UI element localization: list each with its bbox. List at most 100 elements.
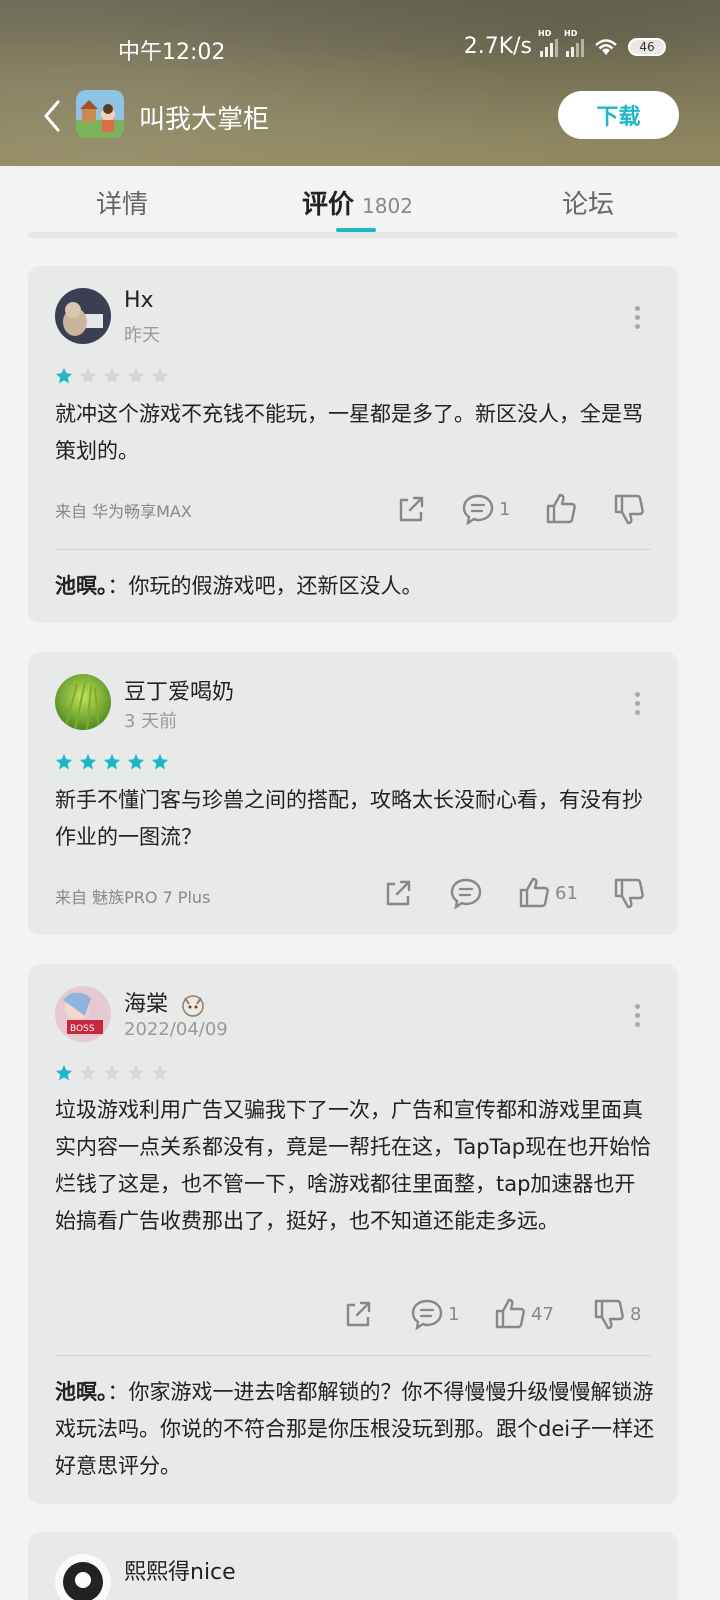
app-icon (76, 90, 124, 138)
more-options-icon[interactable] (634, 692, 640, 715)
status-time: 中午12:02 (118, 40, 226, 65)
share-button[interactable] (341, 1297, 375, 1331)
username-text: 海棠 (124, 992, 169, 1017)
svg-text:BOSS: BOSS (70, 1024, 95, 1034)
device-source: 来自 华为畅享MAX (55, 502, 192, 521)
tabs-divider (28, 232, 678, 238)
device-source: 来自 魅族PRO 7 Plus (55, 888, 211, 907)
rating-stars (55, 367, 169, 385)
star-icon (127, 753, 145, 770)
reply-author[interactable]: 池暝。 (55, 1380, 108, 1404)
share-icon (346, 1301, 371, 1327)
review-count: 1802 (362, 194, 413, 218)
star-icon (151, 367, 169, 384)
avatar[interactable] (55, 288, 111, 344)
dislike-button[interactable] (612, 876, 646, 910)
wifi-icon (595, 38, 617, 55)
review-card: 豆丁爱喝奶 3 天前 新手不懂门客与珍兽之间的搭配，攻略太长没耐心看，有没有抄作… (28, 652, 678, 935)
network-speed: 2.7K/s (463, 34, 532, 59)
thumbs-down-icon (614, 494, 644, 525)
tab-reviews[interactable]: 评价 1802 (302, 184, 413, 221)
tab-details[interactable]: 详情 (96, 184, 148, 221)
signal-icon: HD (538, 29, 558, 57)
share-icon (386, 880, 411, 906)
rating-stars (55, 1064, 169, 1082)
like-button[interactable]: 61 (517, 876, 578, 910)
review-card: Hx 昨天 就冲这个游戏不充钱不能玩，一星都是多了。新区没人，全是骂策划的。 来… (28, 266, 678, 623)
star-icon (55, 367, 73, 384)
username[interactable]: 豆丁爱喝奶 (124, 674, 234, 706)
username[interactable]: 熙熙得nice (124, 1554, 236, 1586)
signal-icon-2: HD (564, 29, 584, 57)
share-button[interactable] (394, 492, 428, 526)
star-icon (79, 367, 97, 384)
star-icon (55, 753, 73, 770)
star-icon (79, 753, 97, 770)
review-date: 2022/04/09 (124, 1019, 228, 1040)
review-content: 新手不懂门客与珍兽之间的搭配，攻略太长没耐心看，有没有抄作业的一图流？ (55, 788, 643, 849)
share-button[interactable] (381, 876, 415, 910)
thumbs-up-icon (495, 1298, 525, 1329)
star-icon (103, 1064, 121, 1081)
star-icon (103, 753, 121, 770)
reply-preview[interactable]: 池暝。：你家游戏一进去啥都解锁的？你不得慢慢升级慢慢解锁游戏玩法吗。你说的不符合… (55, 1374, 655, 1485)
star-icon (127, 1064, 145, 1081)
username[interactable]: Hx (124, 288, 154, 313)
comment-count: 1 (499, 498, 511, 520)
review-date: 3 天前 (124, 711, 178, 732)
review-card: BOSS 海棠 2022/04/09 垃圾游戏利用广告又骗我下了一次，广告和宣传… (28, 964, 678, 1504)
like-count: 47 (531, 1303, 554, 1325)
comment-count: 1 (448, 1303, 460, 1325)
download-button[interactable]: 下载 (558, 91, 679, 139)
star-icon (127, 367, 145, 384)
status-indicators: 2.7K/s HD HD 46 (463, 29, 666, 59)
dislike-button[interactable]: 8 (592, 1297, 641, 1331)
avatar[interactable] (55, 674, 111, 730)
dislike-count: 8 (630, 1303, 642, 1325)
star-icon (79, 1064, 97, 1081)
rating-stars (55, 753, 169, 771)
more-options-icon[interactable] (634, 1004, 640, 1027)
reply-author[interactable]: 池暝。 (55, 574, 108, 598)
comment-button[interactable]: 1 (410, 1297, 459, 1331)
thumbs-up-icon (519, 877, 549, 908)
star-icon (151, 1064, 169, 1081)
tab-reviews-label: 评价 (302, 190, 355, 220)
comment-button[interactable]: 1 (461, 492, 510, 526)
tab-bar: 详情 评价 1802 论坛 (0, 166, 720, 236)
more-options-icon[interactable] (634, 306, 640, 329)
avatar[interactable] (55, 1554, 111, 1600)
reply-preview[interactable]: 池暝。：你玩的假游戏吧，还新区没人。 (55, 568, 655, 605)
thumbs-down-icon (614, 878, 644, 909)
avatar[interactable]: BOSS (55, 986, 111, 1042)
reply-text: ：你家游戏一进去啥都解锁的？你不得慢慢升级慢慢解锁游戏玩法吗。你说的不符合那是你… (55, 1380, 655, 1478)
comment-icon (462, 494, 494, 526)
star-icon (151, 753, 169, 770)
app-title: 叫我大掌柜 (139, 105, 270, 135)
battery-icon: 46 (628, 37, 666, 56)
review-date: 昨天 (124, 325, 160, 346)
comment-button[interactable] (449, 876, 483, 910)
like-count: 61 (555, 882, 578, 904)
comment-icon (411, 1299, 443, 1331)
review-card: 熙熙得nice (28, 1532, 678, 1600)
user-badge-icon (182, 995, 204, 1017)
username[interactable]: 海棠 (124, 986, 207, 1018)
share-icon (399, 496, 424, 522)
app-header: 中午12:02 2.7K/s HD HD 46 叫我大掌柜 下载 (0, 0, 720, 166)
comment-icon (450, 878, 482, 910)
reply-text: ：你玩的假游戏吧，还新区没人。 (107, 574, 423, 598)
star-icon (55, 1064, 73, 1081)
star-icon (103, 367, 121, 384)
thumbs-down-icon (594, 1299, 624, 1330)
dislike-button[interactable] (612, 492, 646, 526)
like-button[interactable]: 47 (493, 1297, 554, 1331)
like-button[interactable] (544, 492, 578, 526)
review-content: 就冲这个游戏不充钱不能玩，一星都是多了。新区没人，全是骂策划的。 (55, 402, 643, 463)
divider (55, 1355, 651, 1356)
thumbs-up-icon (546, 493, 576, 524)
back-arrow-icon[interactable] (38, 96, 68, 136)
review-content: 垃圾游戏利用广告又骗我下了一次，广告和宣传都和游戏里面真实内容一点关系都没有，竟… (55, 1098, 652, 1233)
divider (55, 549, 651, 550)
tab-forum[interactable]: 论坛 (562, 184, 614, 221)
